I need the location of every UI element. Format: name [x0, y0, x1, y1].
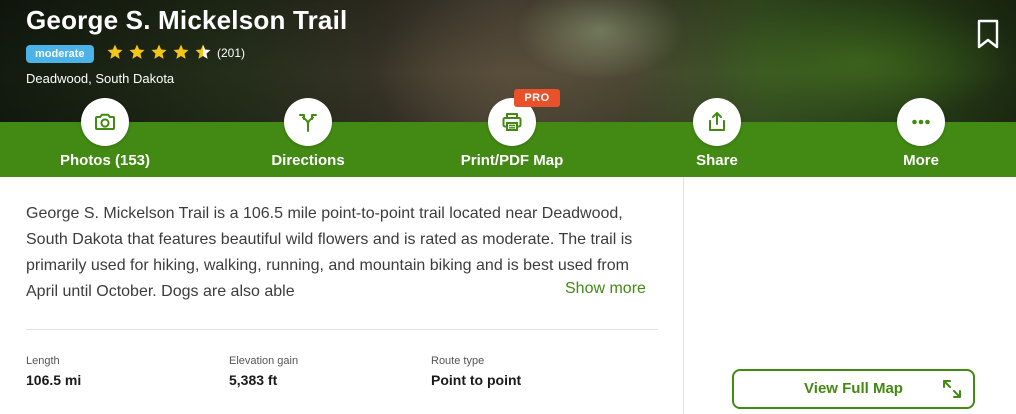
more-icon [912, 119, 930, 125]
stat-label: Elevation gain [229, 355, 299, 367]
share-button-circle[interactable] [693, 98, 741, 146]
share-icon [709, 112, 725, 131]
star-icon [129, 44, 145, 59]
stat-label: Length [26, 355, 60, 367]
stat-value: 5,383 ft [229, 372, 278, 388]
directions-label: Directions [271, 152, 345, 169]
pro-badge: PRO [514, 89, 560, 107]
bookmark-icon[interactable] [974, 18, 1002, 50]
camera-icon [95, 113, 115, 130]
stat-label: Route type [431, 355, 485, 367]
view-full-map-button[interactable]: View Full Map [732, 369, 975, 409]
trail-title: George S. Mickelson Trail [26, 5, 348, 35]
divider [26, 329, 658, 330]
directions-button-circle[interactable] [284, 98, 332, 146]
more-label: More [903, 152, 939, 169]
stat-route-type: Route type Point to point [431, 355, 521, 388]
directions-icon [299, 114, 317, 132]
stat-value: 106.5 mi [26, 372, 82, 388]
trail-overview: George S. Mickelson Trail is a 106.5 mil… [0, 177, 684, 414]
photos-label: Photos (153) [59, 152, 150, 169]
stat-value: Point to point [431, 372, 522, 388]
share-label: Share [696, 152, 738, 169]
show-more-link[interactable]: Show more [563, 280, 646, 298]
star-icon [107, 44, 123, 59]
print-map-label: Print/PDF Map [460, 152, 564, 169]
review-count[interactable]: (201) [217, 46, 245, 60]
view-full-map-label: View Full Map [804, 380, 903, 397]
star-rating [106, 43, 212, 61]
more-button-circle[interactable] [897, 98, 945, 146]
stat-elevation-gain: Elevation gain 5,383 ft [229, 355, 298, 388]
difficulty-badge: moderate [26, 45, 94, 63]
star-icon [151, 44, 167, 59]
star-icon [173, 44, 189, 59]
stat-length: Length 106.5 mi [26, 355, 81, 388]
printer-icon [502, 113, 522, 131]
expand-icon [943, 380, 961, 398]
trail-location[interactable]: Deadwood, South Dakota [26, 71, 174, 86]
photos-button-circle[interactable] [81, 98, 129, 146]
half-star-icon [195, 44, 211, 59]
description-fade [470, 279, 560, 305]
